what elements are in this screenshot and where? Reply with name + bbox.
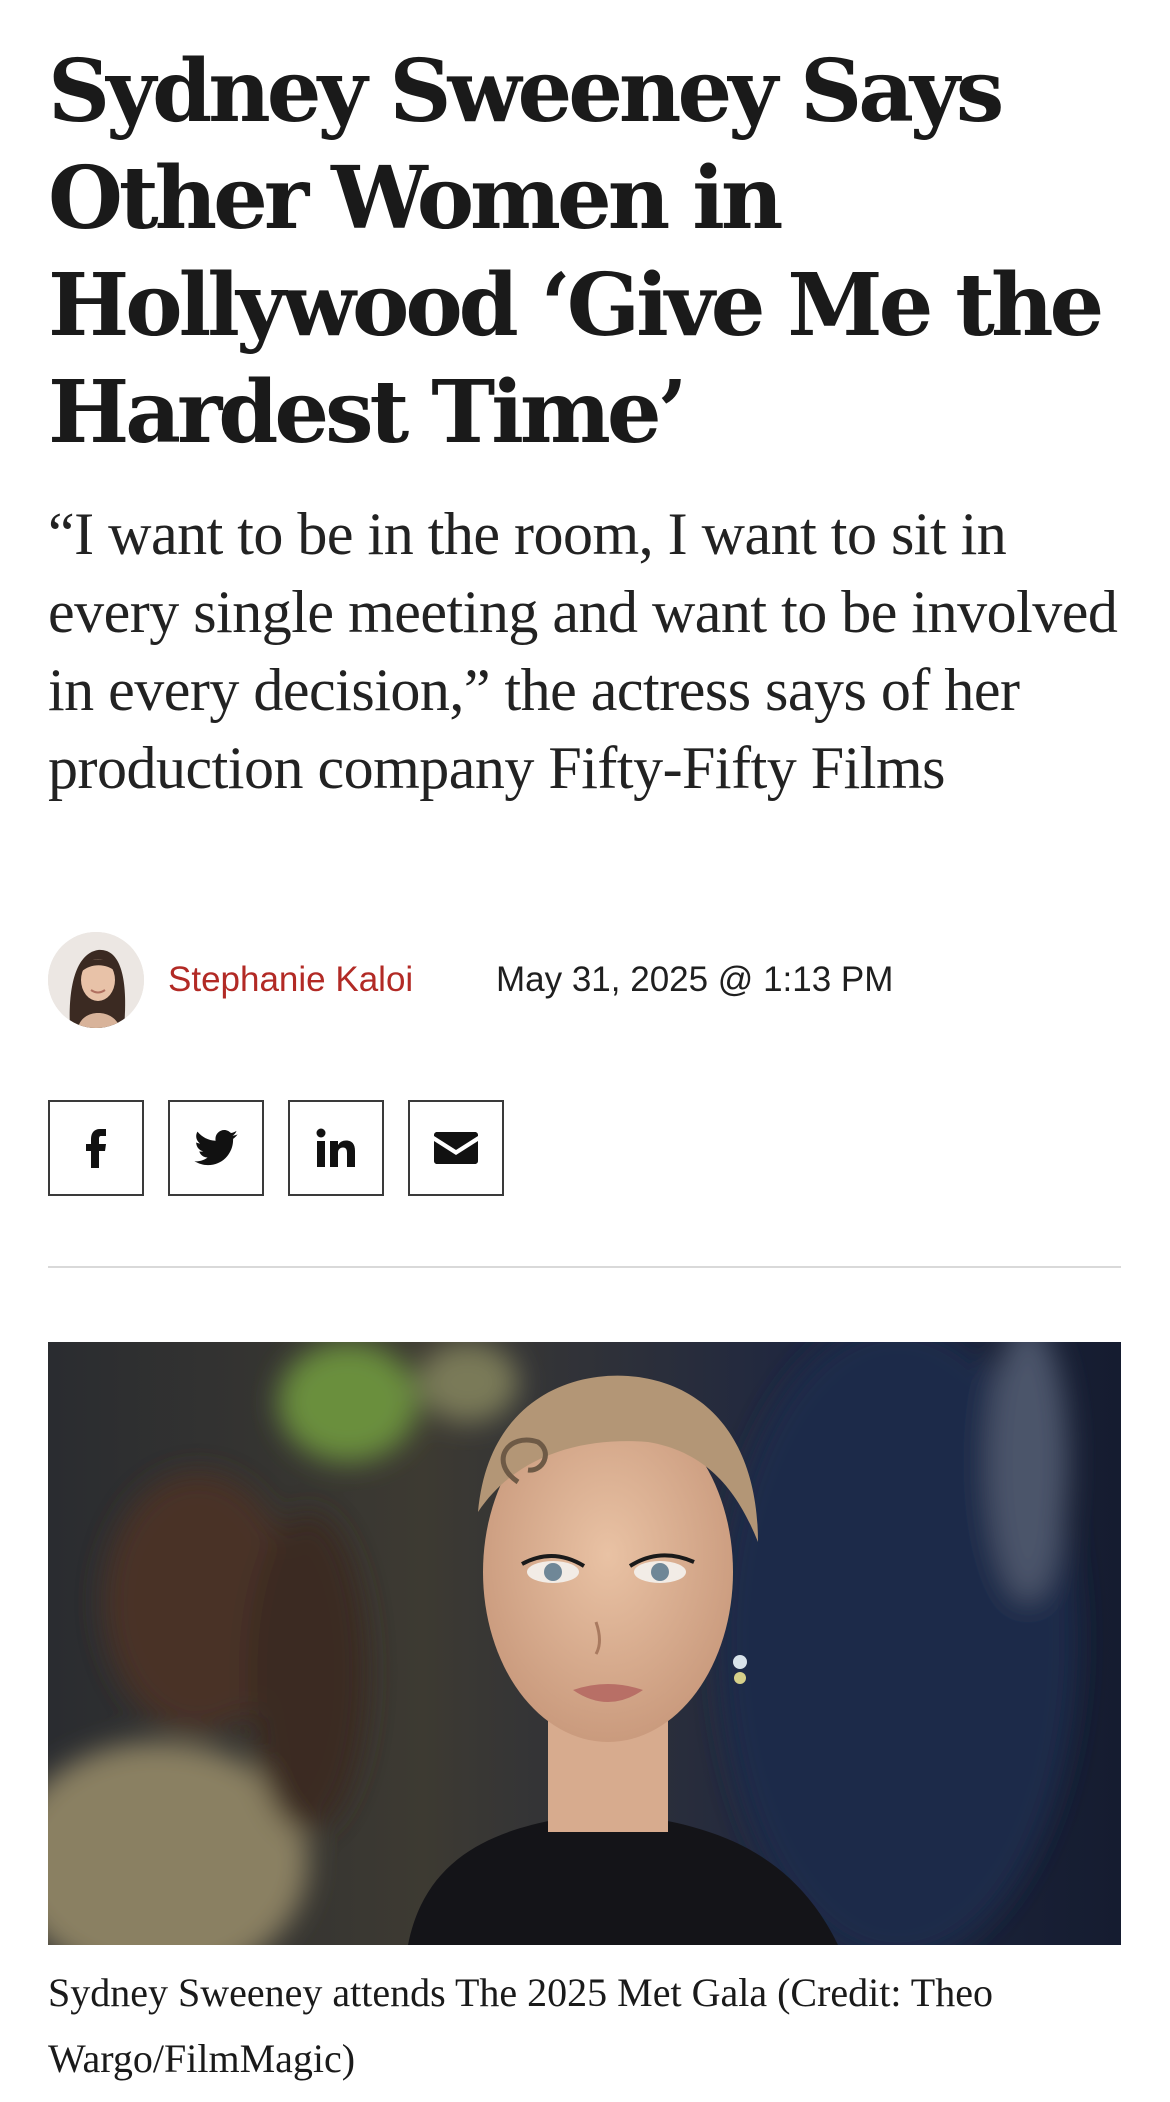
linkedin-icon bbox=[316, 1128, 355, 1167]
article-dek: “I want to be in the room, I want to sit… bbox=[48, 501, 1118, 801]
image-caption: Sydney Sweeney attends The 2025 Met Gala… bbox=[48, 1970, 993, 2081]
share-linkedin-button[interactable] bbox=[288, 1100, 384, 1196]
hero-photo-illustration bbox=[48, 1342, 1121, 1945]
author-avatar[interactable] bbox=[48, 932, 144, 1028]
facebook-icon bbox=[86, 1129, 106, 1168]
email-icon bbox=[434, 1132, 478, 1164]
publish-date: May 31, 2025 @ 1:13 PM bbox=[496, 960, 894, 999]
author-link[interactable]: Stephanie Kaloi bbox=[168, 958, 413, 1002]
twitter-icon bbox=[194, 1130, 238, 1166]
author-avatar-image bbox=[48, 932, 144, 1028]
share-email-button[interactable] bbox=[408, 1100, 504, 1196]
article-hero-image[interactable] bbox=[48, 1342, 1121, 1945]
byline: Stephanie Kaloi May 31, 2025 @ 1:13 PM bbox=[48, 932, 1121, 1028]
share-facebook-button[interactable] bbox=[48, 1100, 144, 1196]
section-divider bbox=[48, 1266, 1121, 1268]
share-twitter-button[interactable] bbox=[168, 1100, 264, 1196]
article-headline: Sydney Sweeney Says Other Women in Holly… bbox=[48, 41, 1104, 463]
